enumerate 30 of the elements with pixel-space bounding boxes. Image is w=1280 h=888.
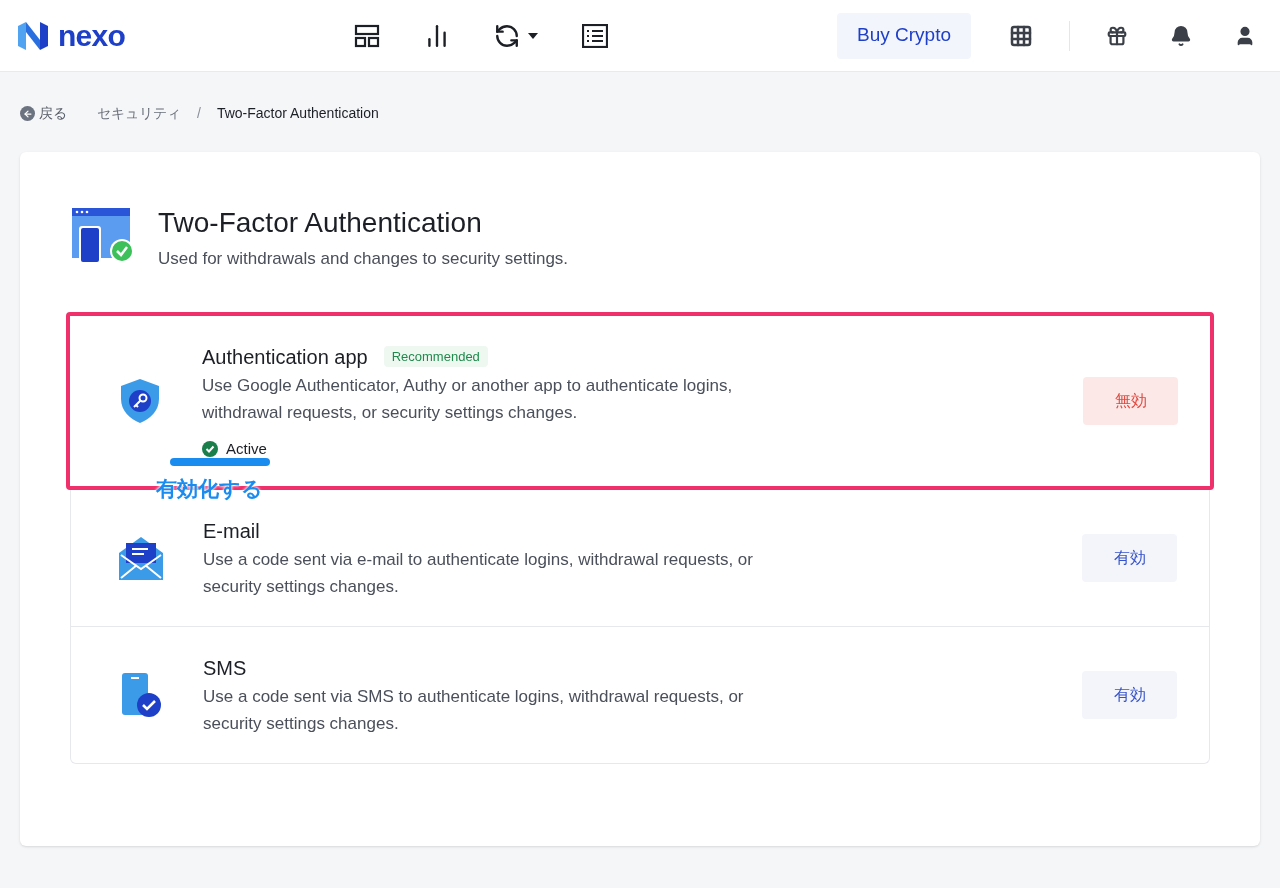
recommended-badge: Recommended xyxy=(383,345,488,368)
enable-button[interactable]: 有効 xyxy=(1082,534,1177,582)
logo-icon xyxy=(16,19,50,52)
list-icon[interactable] xyxy=(582,23,608,48)
apps-grid-icon[interactable] xyxy=(1009,23,1033,48)
envelope-icon xyxy=(117,535,165,581)
method-title: E-mail xyxy=(203,519,260,544)
method-description: Use Google Authenticator, Authy or another app to authenticate logins, withdrawal requests, or security settings changes. xyxy=(202,374,734,424)
page-subtitle: Used for withdrawals and changes to security settings. xyxy=(158,248,569,270)
logo-wordmark: nexo xyxy=(58,20,126,51)
shield-key-icon xyxy=(118,376,162,425)
browser-phone-check-icon xyxy=(72,208,134,264)
bell-icon[interactable] xyxy=(1170,24,1192,47)
gift-icon[interactable] xyxy=(1106,24,1128,47)
method-title: SMS xyxy=(203,656,247,681)
breadcrumb-current: Two-Factor Authentication xyxy=(216,104,379,123)
breadcrumb-separator: / xyxy=(197,104,201,123)
method-description: Use a code sent via e-mail to authenticate logins, withdrawal requests, or security settings changes. xyxy=(203,549,754,598)
phone-check-icon xyxy=(119,671,163,719)
exchange-menu-icon[interactable] xyxy=(494,22,538,49)
method-title: Authentication app xyxy=(202,344,368,370)
back-link[interactable]: 戻る xyxy=(20,103,67,124)
enable-button[interactable]: 有効 xyxy=(1082,671,1177,719)
page-title: Two-Factor Authentication xyxy=(158,206,483,240)
buy-crypto-button[interactable]: Buy Crypto xyxy=(837,12,971,59)
dashboard-icon[interactable] xyxy=(354,23,380,48)
breadcrumb-link[interactable]: セキュリティ xyxy=(97,103,181,124)
status-label: Active xyxy=(226,438,267,459)
method-description: Use a code sent via SMS to authenticate logins, withdrawal requests, or security settings changes. xyxy=(203,686,745,735)
disable-button[interactable]: 無効 xyxy=(1083,376,1178,425)
